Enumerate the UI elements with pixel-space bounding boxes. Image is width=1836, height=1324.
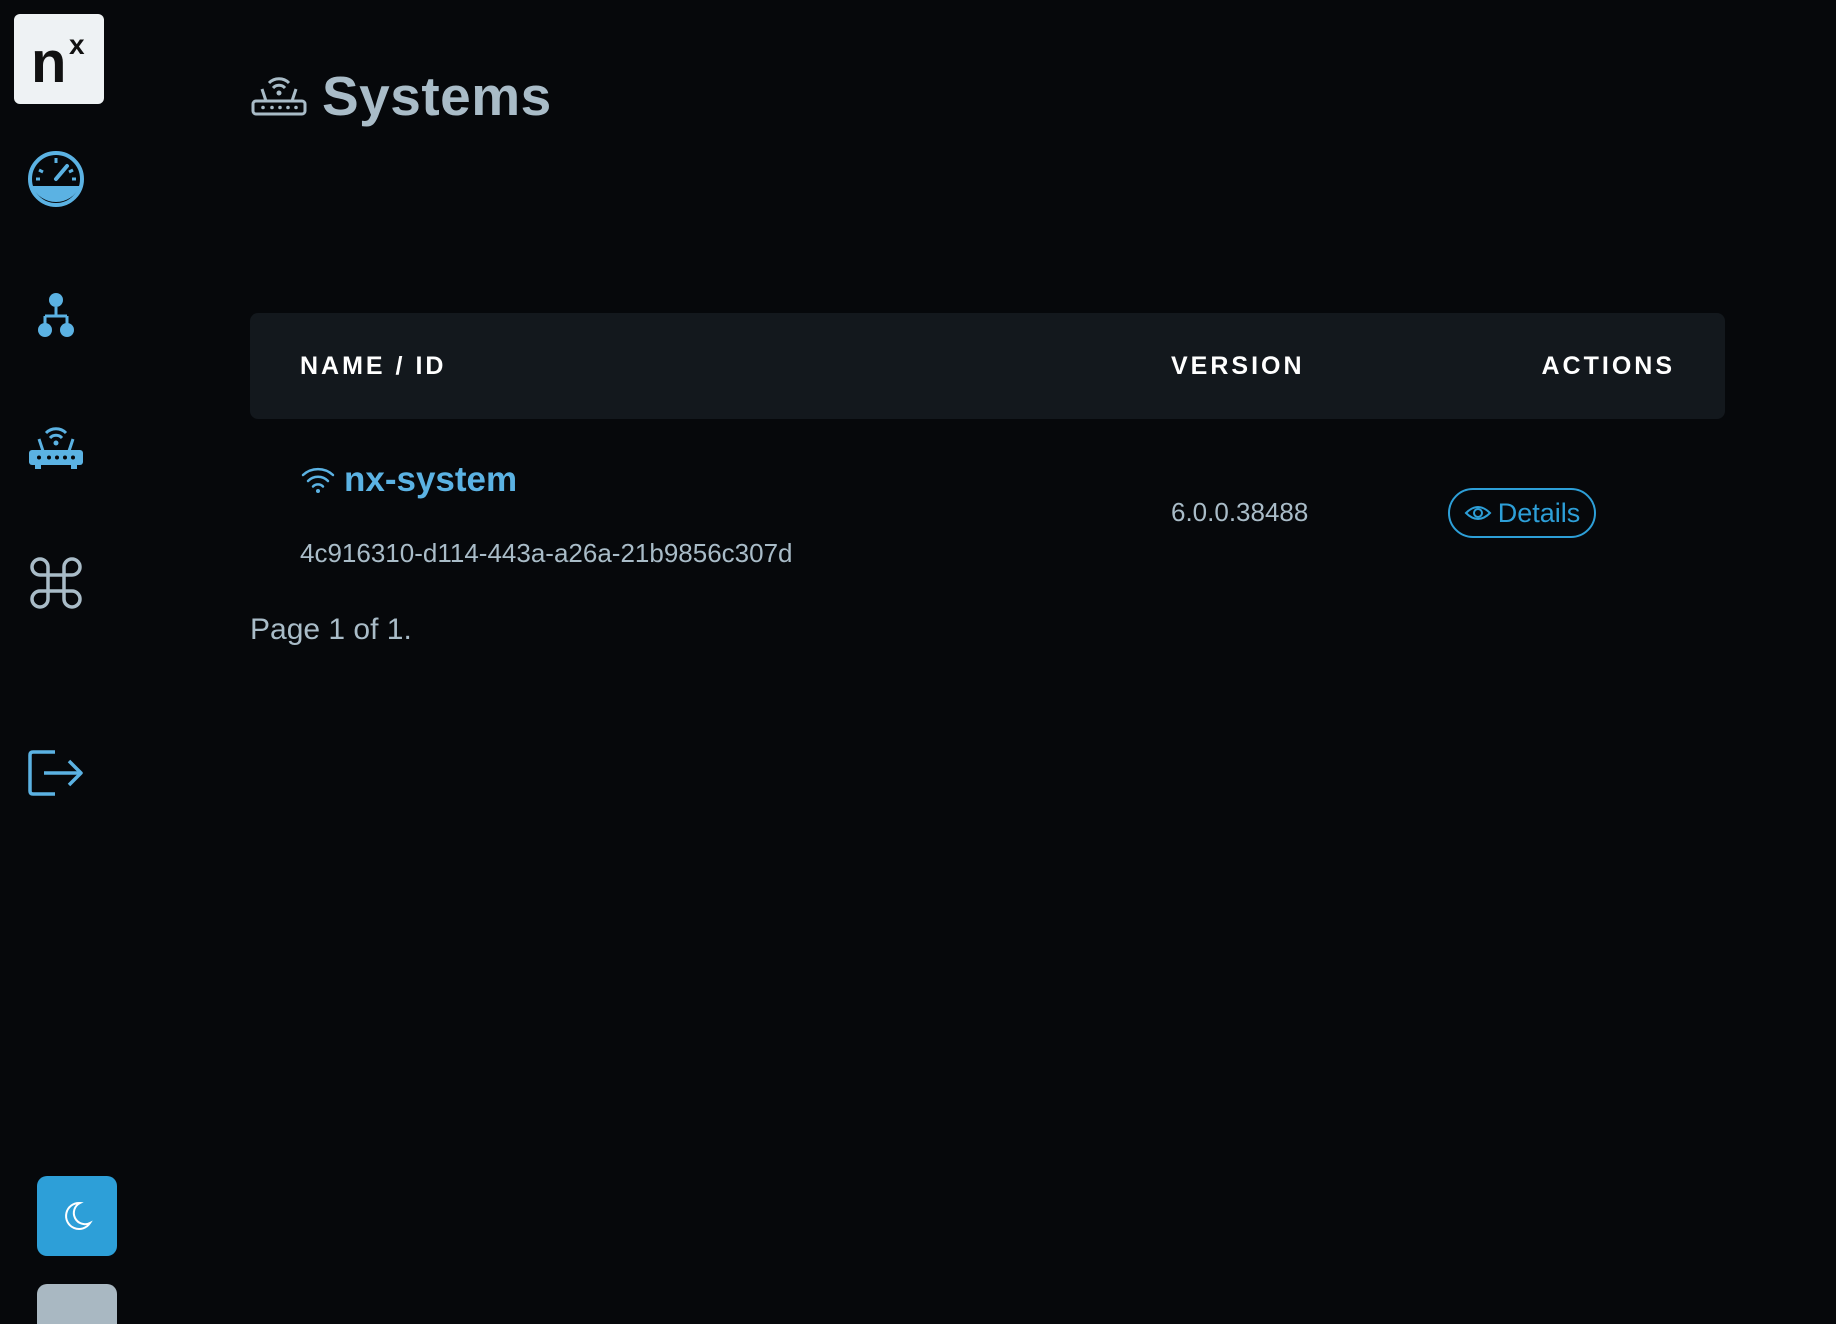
pagination-text: Page 1 of 1. <box>250 613 412 646</box>
router-icon <box>29 427 83 469</box>
logout-icon <box>28 750 83 796</box>
system-id: 4c916310-d114-443a-a26a-21b9856c307d <box>300 538 793 568</box>
gauge-icon <box>28 151 84 207</box>
theme-toggle-button[interactable] <box>37 1176 117 1256</box>
svg-text:n: n <box>31 30 66 94</box>
wifi-icon <box>301 467 335 493</box>
system-name: nx-system <box>344 460 518 499</box>
sidebar-item-logout[interactable] <box>25 742 87 804</box>
table-header: NAME / ID VERSION ACTIONS <box>250 313 1725 419</box>
page-title: Systems <box>322 65 552 127</box>
nx-logo-icon: n x <box>31 29 85 94</box>
router-icon <box>251 77 307 116</box>
column-header-version: VERSION <box>1171 352 1305 380</box>
page-header: Systems <box>250 64 552 128</box>
system-name-link[interactable]: nx-system <box>300 460 517 500</box>
sidebar-item-dashboard[interactable] <box>25 148 87 210</box>
svg-text:x: x <box>69 29 85 60</box>
details-button[interactable]: Details <box>1448 488 1596 538</box>
sidebar-item-systems[interactable] <box>25 415 87 477</box>
moon-icon <box>65 1201 93 1230</box>
sidebar: n x <box>0 0 125 1324</box>
details-button-label: Details <box>1497 497 1581 528</box>
command-icon <box>30 557 82 609</box>
secondary-toggle-button[interactable] <box>37 1284 117 1324</box>
eye-icon <box>1464 506 1492 520</box>
column-header-actions: ACTIONS <box>1541 352 1675 380</box>
system-version: 6.0.0.38488 <box>1171 497 1309 527</box>
sidebar-item-commands[interactable] <box>25 552 87 614</box>
sidebar-item-topology[interactable] <box>25 284 87 346</box>
sitemap-icon <box>38 293 74 337</box>
table-row: nx-system 4c916310-d114-443a-a26a-21b985… <box>250 430 1725 580</box>
app-logo[interactable]: n x <box>14 14 104 104</box>
column-header-name: NAME / ID <box>300 352 447 380</box>
